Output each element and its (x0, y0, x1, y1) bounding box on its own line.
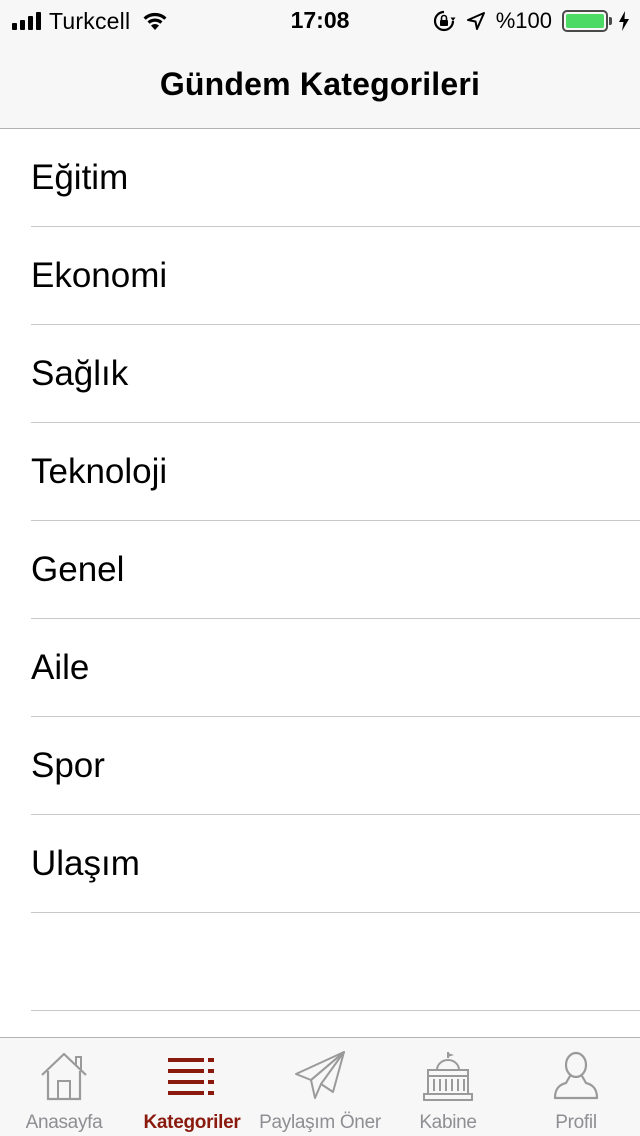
person-icon (548, 1050, 604, 1102)
category-item-ekonomi[interactable]: Ekonomi (0, 227, 640, 325)
category-item-genel[interactable]: Genel (0, 521, 640, 619)
battery-fill (566, 14, 604, 28)
paper-plane-icon (292, 1050, 348, 1102)
category-item-teknoloji[interactable]: Teknoloji (0, 423, 640, 521)
category-label: Genel (31, 550, 125, 589)
tab-kategoriler[interactable]: Kategoriler (128, 1038, 256, 1136)
empty-list-row (0, 913, 640, 1011)
category-item-aile[interactable]: Aile (0, 619, 640, 717)
tab-anasayfa[interactable]: Anasayfa (0, 1038, 128, 1136)
navigation-bar: Gündem Kategorileri (0, 40, 640, 129)
orientation-lock-icon (433, 10, 456, 32)
parliament-icon (420, 1050, 476, 1102)
category-item-saglik[interactable]: Sağlık (0, 325, 640, 423)
category-list: Eğitim Ekonomi Sağlık Teknoloji Genel Ai… (0, 129, 640, 1011)
status-right: %100 (432, 7, 630, 35)
location-icon (466, 12, 485, 30)
home-icon (36, 1050, 92, 1102)
screen: Turkcell 17:08 %100 Gündem Kategorileri … (0, 0, 640, 1136)
category-label: Aile (31, 648, 90, 687)
category-item-egitim[interactable]: Eğitim (0, 129, 640, 227)
category-label: Teknoloji (31, 452, 168, 491)
charging-icon (619, 11, 629, 31)
tab-label: Anasayfa (25, 1112, 103, 1133)
category-label: Eğitim (31, 158, 129, 197)
tab-label: Kabine (419, 1112, 477, 1133)
category-item-ulasim[interactable]: Ulaşım (0, 815, 640, 913)
battery-icon (562, 10, 612, 32)
tab-label: Paylaşım Öner (259, 1112, 381, 1133)
battery-percentage: %100 (495, 8, 552, 33)
category-label: Ekonomi (31, 256, 168, 295)
category-label: Spor (31, 746, 105, 785)
category-item-spor[interactable]: Spor (0, 717, 640, 815)
tab-profil[interactable]: Profil (512, 1038, 640, 1136)
tab-label: Kategoriler (143, 1112, 241, 1133)
list-icon (164, 1050, 220, 1102)
category-label: Ulaşım (31, 844, 140, 883)
page-title: Gündem Kategorileri (159, 65, 481, 102)
tab-paylasim-oner[interactable]: Paylaşım Öner (256, 1038, 384, 1136)
tab-label: Profil (555, 1112, 597, 1133)
category-label: Sağlık (31, 354, 129, 393)
tab-kabine[interactable]: Kabine (384, 1038, 512, 1136)
tab-bar: Anasayfa Kategoriler Paylaşım Öner Kabin… (0, 1037, 640, 1136)
status-bar: Turkcell 17:08 %100 (0, 0, 640, 40)
